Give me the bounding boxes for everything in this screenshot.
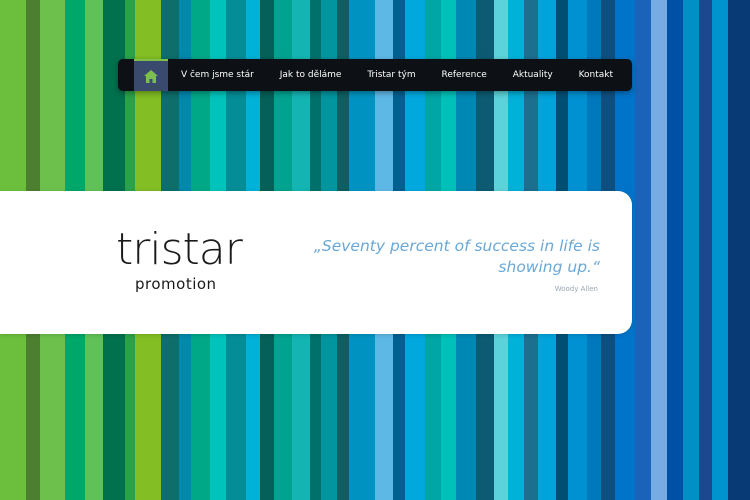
nav-item-references[interactable]: Reference: [442, 70, 487, 80]
quote-text: „Seventy percent of success in life is s…: [313, 237, 600, 276]
company-logo[interactable]: tristar promotion: [116, 224, 243, 294]
nav-item-how-we-work[interactable]: Jak to děláme: [280, 70, 342, 80]
nav-items: V čem jsme stár Jak to děláme Tristar tý…: [168, 59, 632, 91]
nav-item-about[interactable]: V čem jsme stár: [181, 70, 254, 80]
stripe: [650, 0, 667, 500]
home-button[interactable]: [134, 59, 168, 91]
quote-author: Woody Allen: [554, 285, 598, 293]
house-icon: [144, 69, 158, 83]
nav-item-news[interactable]: Aktuality: [513, 70, 553, 80]
stripe: [635, 0, 651, 500]
stripe: [698, 0, 713, 500]
logo-wordmark: tristar: [116, 224, 243, 275]
stripe: [682, 0, 699, 500]
stripe: [666, 0, 683, 500]
nav-item-contact[interactable]: Kontakt: [579, 70, 613, 80]
main-navigation: V čem jsme stár Jak to děláme Tristar tý…: [118, 59, 632, 91]
stripe: [728, 0, 750, 500]
stripe: [712, 0, 729, 500]
logo-subtitle: promotion: [135, 275, 217, 293]
nav-item-team[interactable]: Tristar tým: [367, 70, 415, 80]
